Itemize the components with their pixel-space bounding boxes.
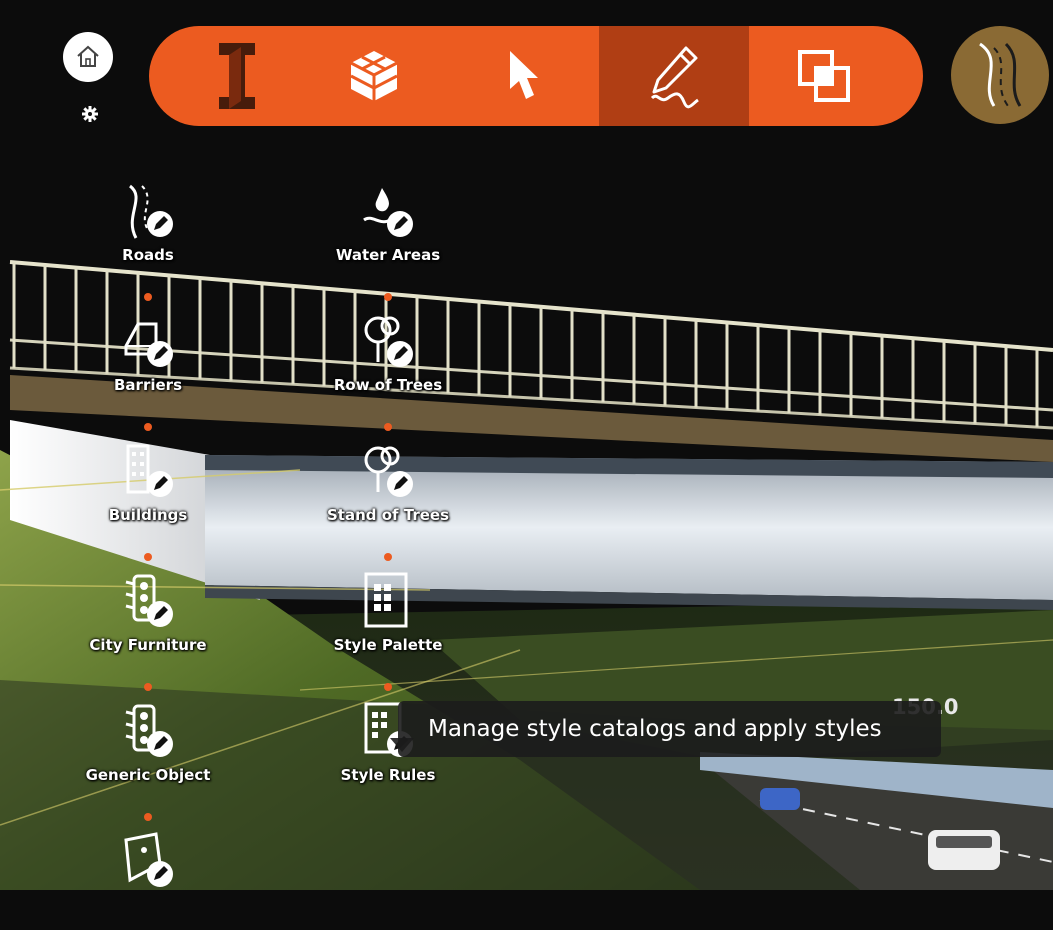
generic-object-edit-icon <box>116 700 180 764</box>
menu-item-label: Style Palette <box>333 636 443 654</box>
menu-item-label: Roads <box>122 246 174 264</box>
menu-item-label: City Furniture <box>89 636 207 654</box>
home-button[interactable] <box>63 32 113 82</box>
connector-dot <box>144 293 152 301</box>
connector-dot <box>384 553 392 561</box>
connector-dot <box>384 293 392 301</box>
connector-dot <box>144 553 152 561</box>
area-edit-icon <box>116 830 180 894</box>
menu-item-style-palette[interactable]: Style Palette <box>308 570 468 670</box>
cursor-icon <box>510 51 538 99</box>
connector-dot <box>384 423 392 431</box>
menu-item-stand-of-trees[interactable]: Stand of Trees <box>308 440 468 540</box>
traffic-light-edit-icon <box>116 570 180 634</box>
infraworks-logo-icon <box>219 43 255 109</box>
tooltip-text: Manage style catalogs and apply styles <box>428 716 882 742</box>
road-icon <box>979 42 1022 107</box>
menu-item-area[interactable] <box>68 830 228 930</box>
menu-item-label: Row of Trees <box>333 376 443 394</box>
menu-item-label: Barriers <box>114 376 182 394</box>
create-sketch-button[interactable] <box>599 26 749 126</box>
connector-dot <box>384 683 392 691</box>
pencil-icon <box>650 46 699 109</box>
water-edit-icon <box>356 180 420 244</box>
style-palette-icon <box>356 570 420 634</box>
menu-item-buildings[interactable]: Buildings <box>68 440 228 540</box>
barrier-edit-icon <box>116 310 180 374</box>
model-components-button[interactable] <box>299 26 449 126</box>
menu-item-label: Generic Object <box>85 766 211 784</box>
building-edit-icon <box>116 440 180 504</box>
tree-row-edit-icon <box>356 310 420 374</box>
cube-icon <box>350 51 398 101</box>
tooltip: Manage style catalogs and apply styles <box>398 701 941 757</box>
overlay-button[interactable] <box>749 26 899 126</box>
road-button[interactable] <box>951 26 1049 124</box>
menu-item-roads[interactable]: Roads <box>68 180 228 280</box>
connector-dot <box>144 423 152 431</box>
settings-button[interactable] <box>80 104 100 124</box>
select-button[interactable] <box>449 26 599 126</box>
main-toolbar <box>149 26 923 126</box>
gear-icon <box>82 106 98 122</box>
menu-item-city-furniture[interactable]: City Furniture <box>68 570 228 670</box>
tree-stand-edit-icon <box>356 440 420 504</box>
connector-dot <box>144 683 152 691</box>
menu-item-generic-object[interactable]: Generic Object <box>68 700 228 800</box>
menu-item-label: Buildings <box>108 506 188 524</box>
tooltip-arrow <box>390 738 414 752</box>
home-icon <box>77 45 99 67</box>
menu-item-label: Stand of Trees <box>326 506 450 524</box>
menu-item-barriers[interactable]: Barriers <box>68 310 228 410</box>
overlap-squares-icon <box>798 50 850 102</box>
menu-item-label: Style Rules <box>340 766 436 784</box>
menu-item-water-areas[interactable]: Water Areas <box>308 180 468 280</box>
connector-dot <box>144 813 152 821</box>
menu-item-label: Water Areas <box>335 246 441 264</box>
menu-item-row-of-trees[interactable]: Row of Trees <box>308 310 468 410</box>
infraworks-logo-button[interactable] <box>149 26 299 126</box>
road-edit-icon <box>116 180 180 244</box>
